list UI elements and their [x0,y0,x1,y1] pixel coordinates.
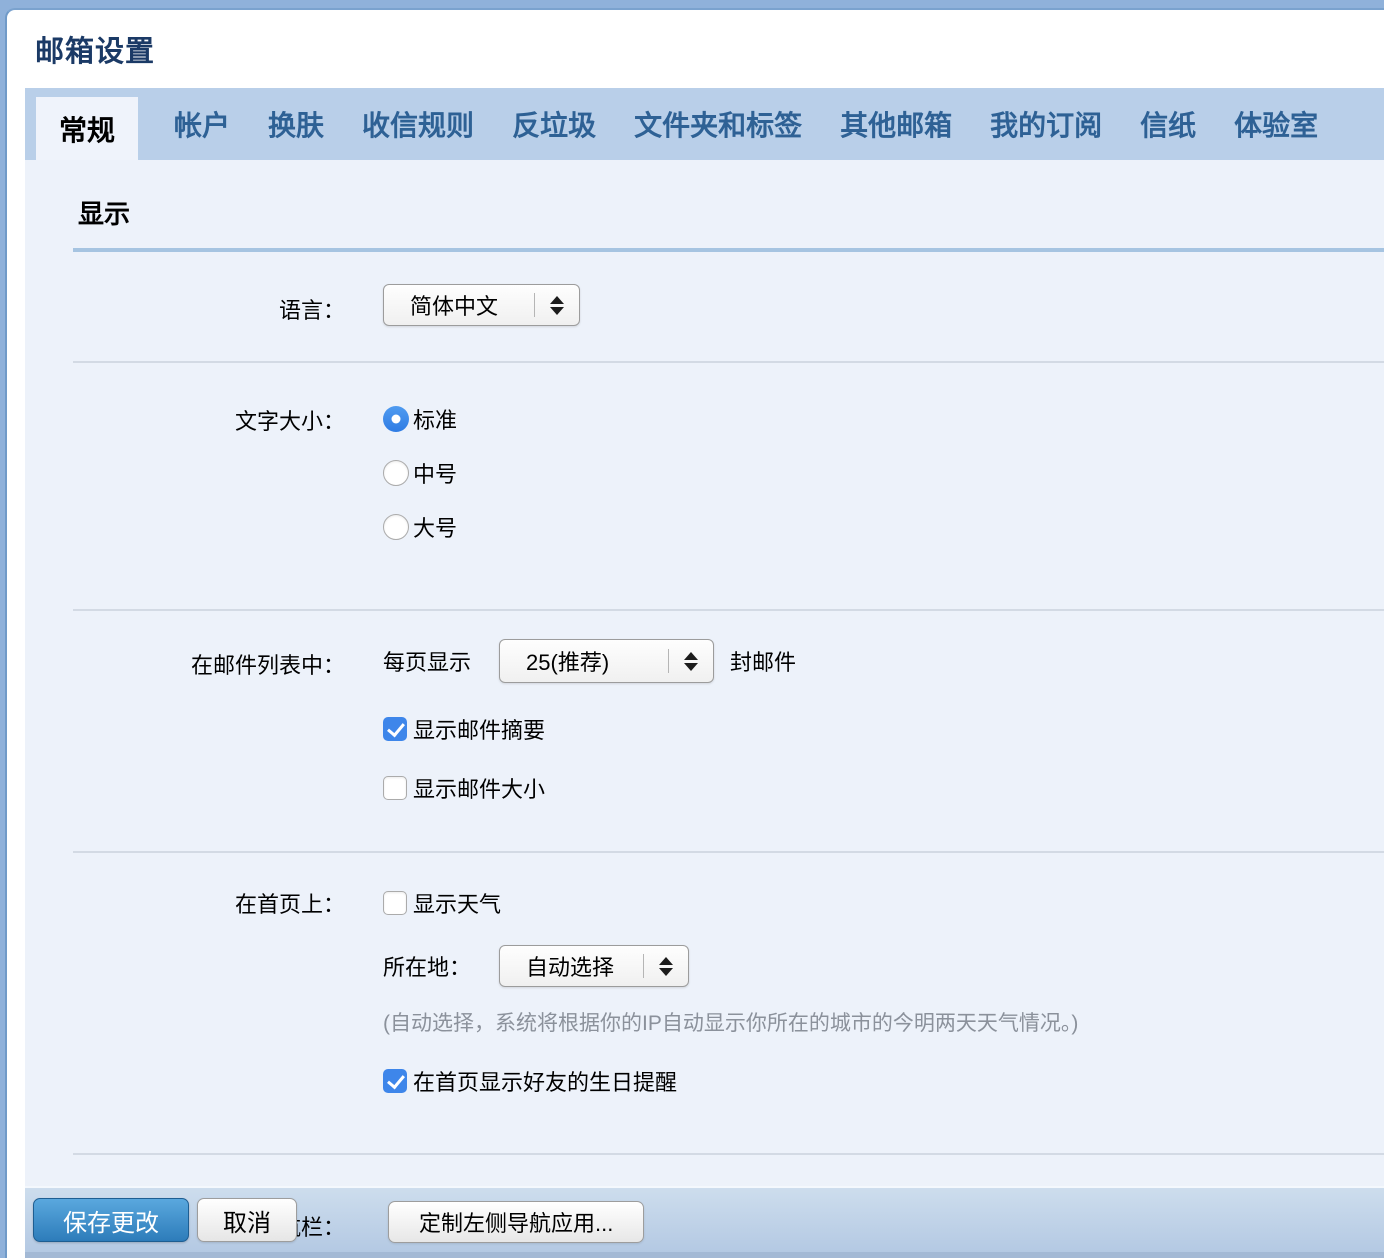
checkbox-icon[interactable] [383,776,407,800]
text-size-label: 文字大小： [25,403,345,543]
radio-icon[interactable] [383,406,409,432]
checkbox-show-summary[interactable]: 显示邮件摘要 [383,713,796,745]
tab-other-mailboxes[interactable]: 其他邮箱 [838,88,954,160]
radio-icon[interactable] [383,460,409,486]
settings-panel: 邮箱设置 常规 帐户 换肤 收信规则 反垃圾 文件夹和标签 其他邮箱 我的订阅 … [5,8,1384,1258]
per-page-prefix: 每页显示 [383,645,471,677]
homepage-label: 在首页上： [25,887,345,1097]
radio-option-large[interactable]: 大号 [383,511,457,543]
tab-folders-labels[interactable]: 文件夹和标签 [632,88,804,160]
tab-skins[interactable]: 换肤 [266,88,326,160]
select-stepper-icon [535,296,579,315]
checkbox-icon[interactable] [383,891,407,915]
radio-icon[interactable] [383,514,409,540]
mail-list-label: 在邮件列表中： [25,639,345,804]
language-row: 语言： 简体中文 [25,252,1384,361]
per-page-suffix: 封邮件 [730,645,796,677]
cancel-button[interactable]: 取消 [197,1198,297,1242]
checkbox-show-weather[interactable]: 显示天气 [383,887,1078,919]
weather-auto-hint: (自动选择，系统将根据你的IP自动显示你所在的城市的今明两天天气情况。) [383,1007,1078,1037]
per-page-select[interactable]: 25(推荐) [499,639,714,683]
mail-list-row: 在邮件列表中： 每页显示 25(推荐) 封邮件 [25,611,1384,851]
tab-mail-rules[interactable]: 收信规则 [360,88,476,160]
location-select-value: 自动选择 [500,950,643,982]
language-select[interactable]: 简体中文 [383,284,580,326]
select-stepper-icon [669,652,713,671]
title-bar: 邮箱设置 [7,10,1384,88]
page-title: 邮箱设置 [35,28,155,70]
language-select-value: 简体中文 [384,289,534,321]
customize-left-nav-button[interactable]: 定制左侧导航应用... [388,1201,644,1243]
footer-bar: 保存更改 取消 [25,1186,1384,1258]
homepage-row: 在首页上： 显示天气 所在地： 自动选择 [25,853,1384,1153]
tab-general[interactable]: 常规 [36,97,138,160]
save-button[interactable]: 保存更改 [33,1198,189,1242]
per-page-select-value: 25(推荐) [500,645,668,677]
settings-tabstrip: 常规 帐户 换肤 收信规则 反垃圾 文件夹和标签 其他邮箱 我的订阅 信纸 体验… [25,88,1384,160]
settings-page: 邮箱设置 常规 帐户 换肤 收信规则 反垃圾 文件夹和标签 其他邮箱 我的订阅 … [0,0,1384,1258]
location-label: 所在地： [383,950,471,982]
tab-lab[interactable]: 体验室 [1232,88,1320,160]
checkbox-birthday-reminder[interactable]: 在首页显示好友的生日提醒 [383,1065,1078,1097]
checkbox-icon[interactable] [383,717,407,741]
text-size-row: 文字大小： 标准 中号 大号 [25,363,1384,609]
tab-antispam[interactable]: 反垃圾 [510,88,598,160]
section-title-display: 显示 [25,160,1384,231]
radio-option-standard[interactable]: 标准 [383,403,457,435]
location-select[interactable]: 自动选择 [499,945,689,987]
tab-accounts[interactable]: 帐户 [172,88,232,160]
tab-subscriptions[interactable]: 我的订阅 [988,88,1104,160]
general-settings-content: 显示 语言： 简体中文 文字大小： [25,160,1384,1186]
checkbox-icon[interactable] [383,1069,407,1093]
language-label: 语言： [25,284,345,326]
select-stepper-icon [644,957,688,976]
checkbox-show-size[interactable]: 显示邮件大小 [383,772,796,804]
radio-option-medium[interactable]: 中号 [383,457,457,489]
tab-stationery[interactable]: 信纸 [1138,88,1198,160]
